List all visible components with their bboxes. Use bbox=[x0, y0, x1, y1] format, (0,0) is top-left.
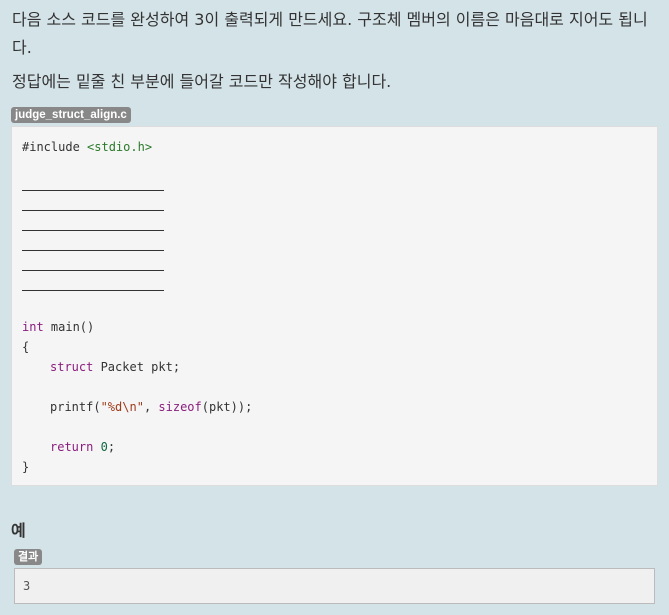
keyword-sizeof: sizeof bbox=[158, 400, 202, 414]
keyword-struct: struct bbox=[50, 360, 94, 374]
main-signature: main() bbox=[43, 320, 95, 334]
keyword-return: return bbox=[50, 440, 94, 454]
code-line-include: #include <stdio.h> bbox=[22, 137, 152, 157]
result-output: 3 bbox=[14, 568, 655, 604]
blank-line-3 bbox=[22, 230, 164, 231]
blank-line-4 bbox=[22, 250, 164, 251]
code-line-printf: printf("%d\n", sizeof(pkt)); bbox=[50, 397, 252, 417]
result-label-badge: 결과 bbox=[14, 549, 43, 565]
code-line-brace-open: { bbox=[22, 340, 30, 354]
instruction-note: 정답에는 밑줄 친 부분에 들어갈 코드만 작성해야 합니다. bbox=[12, 72, 392, 91]
blank-line-5 bbox=[22, 270, 164, 271]
printf-call: printf( bbox=[50, 400, 101, 414]
code-block: #include <stdio.h> int main() { struct P… bbox=[11, 126, 658, 486]
blank-line-6 bbox=[22, 290, 164, 291]
sizeof-argument: (pkt)); bbox=[201, 400, 253, 414]
comma: , bbox=[143, 400, 159, 414]
include-header: <stdio.h> bbox=[87, 140, 153, 154]
return-value: 0 bbox=[100, 440, 108, 454]
struct-declaration: Packet pkt; bbox=[93, 360, 181, 374]
blank-line-2 bbox=[22, 210, 164, 211]
instruction-text: 다음 소스 코드를 완성하여 3이 출력되게 만드세요. 구조체 멤버의 이름은… bbox=[12, 10, 648, 57]
code-line-main: int main() bbox=[22, 317, 94, 337]
include-directive: #include bbox=[22, 140, 80, 154]
example-heading: 예 bbox=[11, 521, 26, 540]
code-line-return: return 0; bbox=[50, 437, 115, 457]
filename-badge: judge_struct_align.c bbox=[11, 107, 131, 123]
blank-line-1 bbox=[22, 190, 164, 191]
format-string: "%d\n" bbox=[100, 400, 144, 414]
code-line-brace-close: } bbox=[22, 460, 30, 474]
semicolon: ; bbox=[107, 440, 116, 454]
type-int: int bbox=[22, 320, 44, 334]
code-line-struct: struct Packet pkt; bbox=[50, 357, 180, 377]
